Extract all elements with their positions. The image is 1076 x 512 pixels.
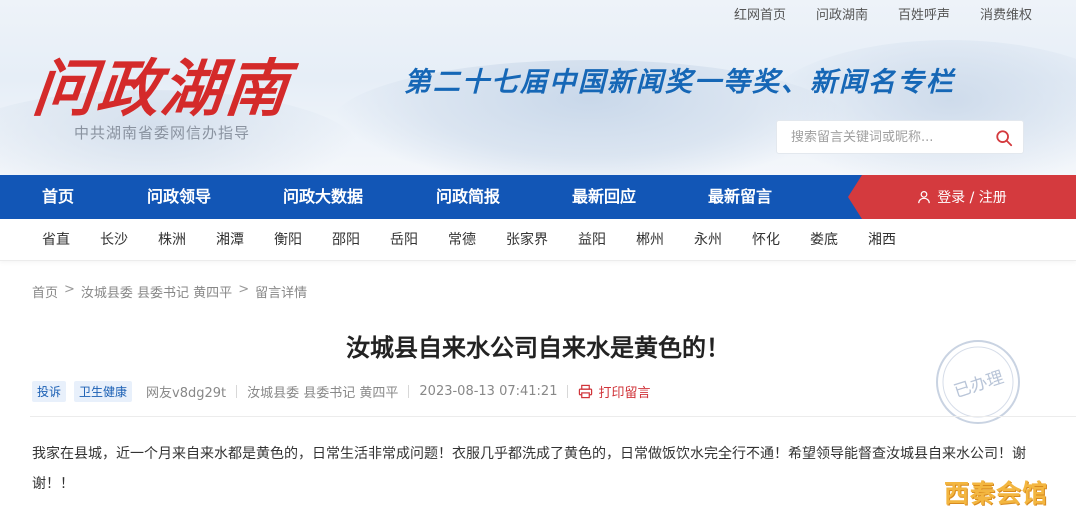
city-item-changde[interactable]: 常德	[448, 219, 476, 261]
top-link-consumer-rights[interactable]: 消费维权	[980, 4, 1032, 23]
logo-subtitle: 中共湖南省委网信办指导	[74, 124, 251, 142]
breadcrumb-recipient[interactable]: 汝城县委 县委书记 黄四平	[81, 282, 232, 301]
top-links: 红网首页 问政湖南 百姓呼声 消费维权	[734, 4, 1032, 23]
city-item-yongzhou[interactable]: 永州	[694, 219, 722, 261]
city-item-shaoyang[interactable]: 邵阳	[332, 219, 360, 261]
top-link-baixing-husheng[interactable]: 百姓呼声	[898, 4, 950, 23]
city-item-chenzhou[interactable]: 郴州	[636, 219, 664, 261]
meta-divider	[567, 385, 569, 398]
nav-item-leaders[interactable]: 问政领导	[147, 175, 211, 219]
post-time: 2023-08-13 07:41:21	[419, 384, 558, 399]
meta-divider	[408, 385, 410, 398]
meta-divider	[236, 385, 238, 398]
city-item-yiyang[interactable]: 益阳	[578, 219, 606, 261]
printer-icon	[579, 384, 593, 399]
city-item-xiangtan[interactable]: 湘潭	[216, 219, 244, 261]
top-link-wenzheng-hunan[interactable]: 问政湖南	[816, 4, 868, 23]
stamp-label: 已办理	[952, 367, 1007, 402]
city-item-zhangjiajie[interactable]: 张家界	[506, 219, 548, 261]
city-item-huaihua[interactable]: 怀化	[752, 219, 780, 261]
login-register-button[interactable]: 登录 / 注册	[848, 175, 1076, 219]
tag-health[interactable]: 卫生健康	[74, 381, 133, 402]
post-author: 网友v8dg29t	[146, 386, 227, 401]
print-message-label: 打印留言	[598, 386, 651, 401]
city-item-hengyang[interactable]: 衡阳	[274, 219, 302, 261]
login-register-label: 登录 / 注册	[937, 190, 1007, 206]
nav-item-home[interactable]: 首页	[42, 175, 74, 219]
search-box	[776, 120, 1024, 154]
post-recipient: 汝城县委 县委书记 黄四平	[247, 386, 399, 401]
content-divider	[30, 416, 1076, 417]
watermark: 西秦会馆	[944, 479, 1049, 508]
nav-item-latest-messages[interactable]: 最新留言	[708, 175, 772, 219]
city-item-shengzhi[interactable]: 省直	[42, 219, 70, 261]
nav-item-big-data[interactable]: 问政大数据	[283, 175, 363, 219]
city-item-loudi[interactable]: 娄底	[810, 219, 838, 261]
top-link-rednet-home[interactable]: 红网首页	[734, 4, 786, 23]
city-item-yueyang[interactable]: 岳阳	[390, 219, 418, 261]
breadcrumb-separator: >	[64, 282, 75, 297]
search-input[interactable]	[777, 129, 987, 145]
site-header: 红网首页 问政湖南 百姓呼声 消费维权 问政湖南 中共湖南省委网信办指导 第二十…	[0, 0, 1076, 175]
user-icon	[918, 190, 931, 204]
post-title: 汝城县自来水公司自来水是黄色的！	[346, 333, 730, 362]
breadcrumb-home[interactable]: 首页	[32, 282, 58, 301]
city-item-zhuzhou[interactable]: 株洲	[158, 219, 186, 261]
search-icon[interactable]	[995, 129, 1013, 147]
city-item-changsha[interactable]: 长沙	[100, 219, 128, 261]
post-content: 我家在县城，近一个月来自来水都是黄色的，日常生活非常成问题！衣服几乎都洗成了黄色…	[32, 446, 1026, 492]
breadcrumb: 首页 > 汝城县委 县委书记 黄四平 > 留言详情	[32, 282, 307, 301]
city-item-xiangxi[interactable]: 湘西	[868, 219, 896, 261]
header-slogan: 第二十七届中国新闻奖一等奖、新闻名专栏	[404, 67, 955, 98]
site-logo[interactable]: 问政湖南	[29, 38, 294, 128]
post-meta: 投诉 卫生健康 网友v8dg29t 汝城县委 县委书记 黄四平 2023-08-…	[32, 381, 651, 402]
tag-complaint[interactable]: 投诉	[32, 381, 67, 402]
print-message-button[interactable]: 打印留言	[578, 382, 651, 401]
processed-stamp-icon: 已办理	[936, 340, 1020, 424]
breadcrumb-current: 留言详情	[255, 286, 308, 301]
nav-item-latest-responses[interactable]: 最新回应	[572, 175, 636, 219]
nav-item-briefing[interactable]: 问政简报	[436, 175, 500, 219]
breadcrumb-separator: >	[238, 282, 250, 297]
city-bar: 省直 长沙 株洲 湘潭 衡阳 邵阳 岳阳 常德 张家界 益阳 郴州 永州 怀化 …	[0, 219, 1076, 261]
